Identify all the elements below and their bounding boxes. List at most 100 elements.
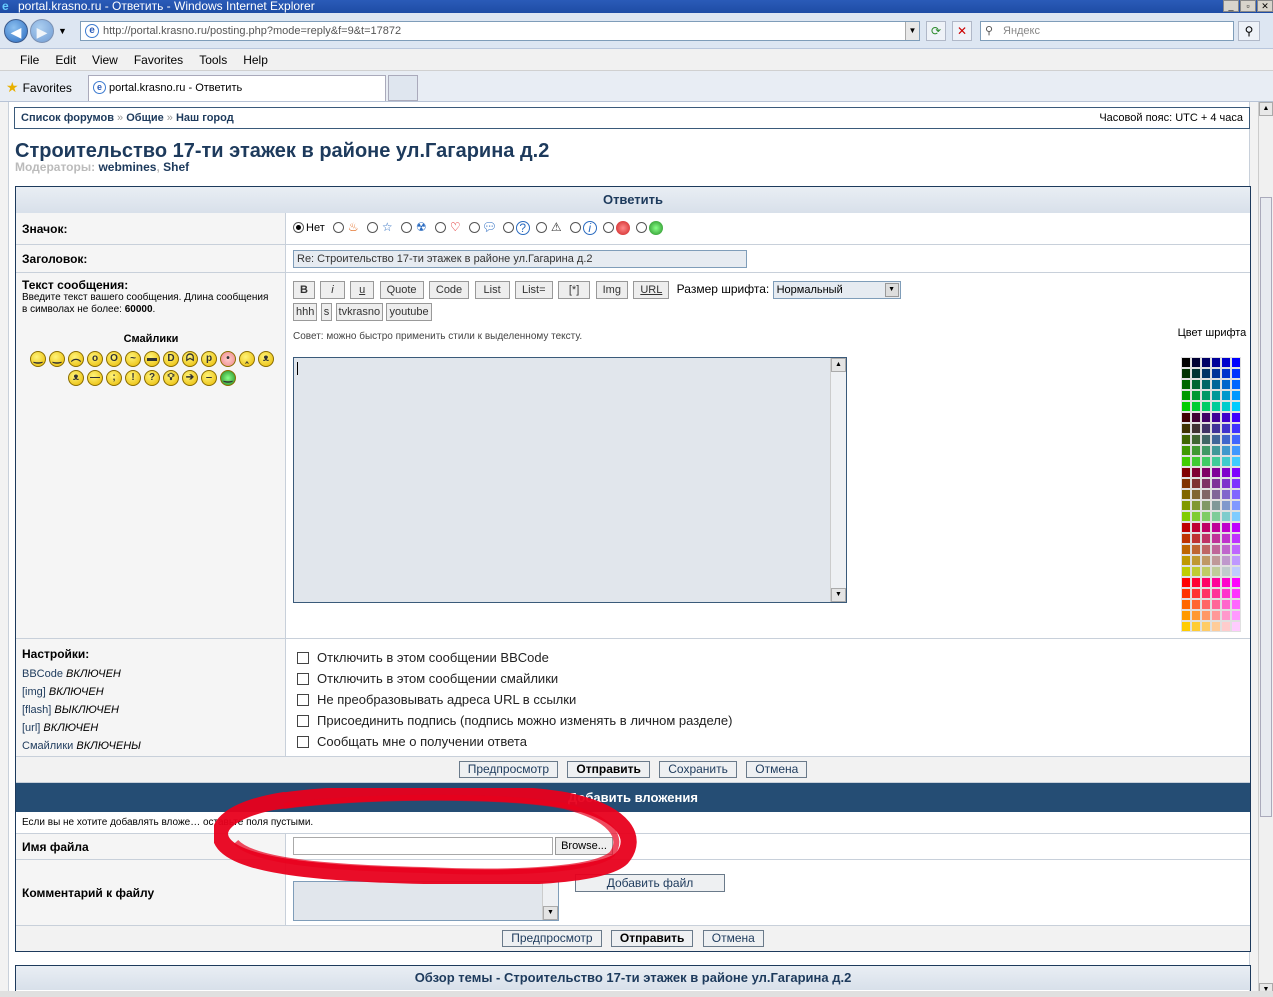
- color-swatch[interactable]: [1201, 599, 1211, 610]
- color-swatch[interactable]: [1221, 511, 1231, 522]
- restore-button[interactable]: ▫: [1240, 0, 1256, 12]
- color-swatch[interactable]: [1191, 357, 1201, 368]
- youtube-button[interactable]: youtube: [386, 303, 432, 321]
- option-disable-smilies[interactable]: Отключить в этом сообщении смайлики: [297, 668, 1244, 689]
- color-swatch[interactable]: [1211, 423, 1221, 434]
- browser-tab[interactable]: e portal.krasno.ru - Ответить: [88, 75, 386, 101]
- color-swatch[interactable]: [1201, 368, 1211, 379]
- color-swatch[interactable]: [1191, 489, 1201, 500]
- color-swatch[interactable]: [1201, 434, 1211, 445]
- color-swatch[interactable]: [1181, 423, 1191, 434]
- color-swatch[interactable]: [1201, 566, 1211, 577]
- color-swatch[interactable]: [1221, 379, 1231, 390]
- color-swatch[interactable]: [1221, 588, 1231, 599]
- preview-button[interactable]: Предпросмотр: [502, 930, 602, 947]
- color-swatch[interactable]: [1221, 412, 1231, 423]
- color-swatch[interactable]: [1211, 577, 1221, 588]
- icon-radio-none[interactable]: [293, 222, 304, 233]
- color-swatch[interactable]: [1191, 544, 1201, 555]
- scroll-down-icon[interactable]: ▼: [831, 588, 846, 602]
- message-textarea[interactable]: ▲ ▼: [293, 357, 847, 603]
- color-swatch[interactable]: [1201, 522, 1211, 533]
- icon-radio[interactable]: [502, 222, 514, 233]
- color-swatch[interactable]: [1231, 434, 1241, 445]
- color-swatch[interactable]: [1231, 478, 1241, 489]
- color-swatch[interactable]: [1191, 467, 1201, 478]
- color-swatch[interactable]: [1201, 610, 1211, 621]
- stop-icon[interactable]: ✕: [952, 21, 972, 41]
- color-swatch[interactable]: [1211, 445, 1221, 456]
- color-swatch[interactable]: [1181, 412, 1191, 423]
- smile-icon[interactable]: ‿: [49, 351, 65, 367]
- bold-button[interactable]: B: [293, 281, 315, 299]
- color-swatch[interactable]: [1211, 379, 1221, 390]
- color-swatch[interactable]: [1191, 610, 1201, 621]
- color-swatch[interactable]: [1181, 533, 1191, 544]
- color-swatch[interactable]: [1191, 599, 1201, 610]
- color-swatch[interactable]: [1181, 357, 1191, 368]
- page-scrollbar[interactable]: ▲ ▼: [1258, 102, 1273, 997]
- color-swatch[interactable]: [1231, 390, 1241, 401]
- scroll-down-icon[interactable]: ▼: [543, 906, 558, 920]
- color-swatch[interactable]: [1181, 445, 1191, 456]
- color-swatch[interactable]: [1181, 379, 1191, 390]
- address-dropdown-icon[interactable]: ▼: [905, 22, 919, 40]
- color-swatch[interactable]: [1201, 467, 1211, 478]
- setting-name[interactable]: BBCode: [22, 668, 63, 680]
- color-swatch[interactable]: [1181, 401, 1191, 412]
- color-swatch[interactable]: [1181, 478, 1191, 489]
- color-swatch[interactable]: [1231, 456, 1241, 467]
- arrow-icon[interactable]: ➔: [182, 370, 198, 386]
- color-swatch[interactable]: [1231, 522, 1241, 533]
- color-swatch[interactable]: [1181, 544, 1191, 555]
- color-swatch[interactable]: [1221, 555, 1231, 566]
- color-swatch[interactable]: [1191, 511, 1201, 522]
- search-icon[interactable]: ⚲: [1238, 21, 1260, 41]
- moderator-link[interactable]: webmines: [98, 160, 156, 174]
- smile-icon[interactable]: ‿: [30, 351, 46, 367]
- exclaim-icon[interactable]: !: [125, 370, 141, 386]
- color-swatch[interactable]: [1211, 412, 1221, 423]
- color-swatch[interactable]: [1181, 588, 1191, 599]
- icon-radio[interactable]: [635, 222, 647, 233]
- color-swatch[interactable]: [1201, 555, 1211, 566]
- color-swatch[interactable]: [1191, 445, 1201, 456]
- color-swatch[interactable]: [1231, 577, 1241, 588]
- color-swatch[interactable]: [1211, 478, 1221, 489]
- color-swatch[interactable]: [1211, 544, 1221, 555]
- color-swatch[interactable]: [1181, 599, 1191, 610]
- color-swatch[interactable]: [1201, 379, 1211, 390]
- color-swatch[interactable]: [1211, 489, 1221, 500]
- color-swatch[interactable]: [1191, 368, 1201, 379]
- color-swatch[interactable]: [1211, 401, 1221, 412]
- color-swatch[interactable]: [1221, 489, 1231, 500]
- color-swatch[interactable]: [1221, 456, 1231, 467]
- color-swatch[interactable]: [1221, 445, 1231, 456]
- icon-radio[interactable]: [434, 222, 446, 233]
- color-swatch[interactable]: [1211, 511, 1221, 522]
- option-attach-signature[interactable]: Присоединить подпись (подпись можно изме…: [297, 710, 1244, 731]
- color-swatch[interactable]: [1231, 379, 1241, 390]
- embarrassed-icon[interactable]: •: [220, 351, 236, 367]
- option-disable-urls[interactable]: Не преобразовывать адреса URL в ссылки: [297, 689, 1244, 710]
- color-swatch[interactable]: [1191, 434, 1201, 445]
- surprised-icon[interactable]: o: [87, 351, 103, 367]
- color-swatch[interactable]: [1221, 368, 1231, 379]
- icon-radio[interactable]: [535, 222, 547, 233]
- font-size-select[interactable]: Нормальный ▼: [772, 281, 901, 299]
- add-file-button[interactable]: Добавить файл: [575, 874, 725, 892]
- color-swatch[interactable]: [1221, 522, 1231, 533]
- minimize-button[interactable]: _: [1223, 0, 1239, 12]
- browse-button[interactable]: Browse...: [555, 837, 613, 855]
- moderator-link[interactable]: Shef: [163, 160, 189, 174]
- color-swatch[interactable]: [1231, 610, 1241, 621]
- color-swatch[interactable]: [1221, 599, 1231, 610]
- question-smiley-icon[interactable]: ?: [144, 370, 160, 386]
- color-swatch[interactable]: [1211, 357, 1221, 368]
- color-swatch[interactable]: [1201, 456, 1211, 467]
- strike-button[interactable]: s: [320, 303, 333, 321]
- preview-button[interactable]: Предпросмотр: [458, 761, 559, 778]
- menu-edit[interactable]: Edit: [47, 53, 84, 67]
- history-dropdown-icon[interactable]: ▼: [58, 26, 67, 36]
- color-swatch[interactable]: [1211, 390, 1221, 401]
